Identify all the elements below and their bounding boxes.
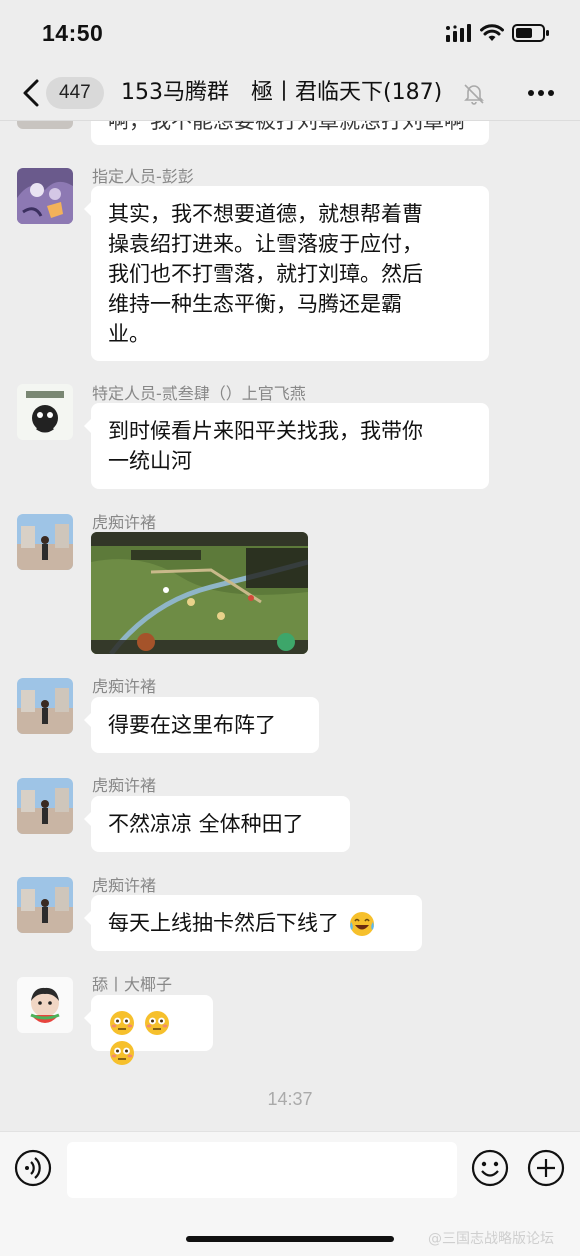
sender-name: 指定人员-彭彭 xyxy=(92,167,194,186)
message-bubble[interactable]: 得要在这里布阵了 xyxy=(84,697,319,753)
partial-message-text: 啊，我不能想要被打刘章就想打刘章啊 xyxy=(108,121,465,133)
message-bubble[interactable]: 其实，我不想要道德，就想帮着曹 操袁绍打进来。让雪落疲于应付， 我们也不打雪落，… xyxy=(84,186,489,361)
status-time: 14:50 xyxy=(42,20,104,46)
sender-name: 虎痴许褚 xyxy=(92,513,157,532)
sender-name: 虎痴许褚 xyxy=(92,876,157,895)
chat-title[interactable]: 153马腾群 極丨君临天下(187) xyxy=(121,78,442,108)
avatar[interactable] xyxy=(17,977,73,1033)
status-bar: 14:50 xyxy=(0,0,580,66)
flushed-emoji xyxy=(144,1011,169,1035)
message-line: 到时候看片来阳平关找我，我带你 xyxy=(108,419,423,443)
emoji-icon[interactable] xyxy=(471,1149,509,1187)
sender-name: 虎痴许褚 xyxy=(92,776,157,795)
message-text: 每天上线抽卡然后下线了 xyxy=(108,911,339,935)
message-text: 不然凉凉 全体种田了 xyxy=(108,812,304,836)
message-line: 操袁绍打进来。让雪落疲于应付， xyxy=(108,232,423,256)
message-line: 业。 xyxy=(108,322,150,346)
flushed-emoji xyxy=(110,1041,134,1065)
message-timestamp: 14:37 xyxy=(267,1089,313,1109)
system-icons xyxy=(446,24,550,42)
chat-messages: 啊，我不能想要被打刘章就想打刘章啊 指定人员-彭彭 其实，我不想要道德，就想帮着… xyxy=(0,121,580,1131)
message-input[interactable] xyxy=(67,1142,457,1198)
avatar[interactable] xyxy=(17,778,73,834)
message-bubble[interactable] xyxy=(84,995,213,1065)
home-indicator xyxy=(186,1236,394,1242)
wifi-icon xyxy=(480,24,504,41)
more-icon[interactable] xyxy=(528,90,554,98)
watermark: @三国志战略版论坛 xyxy=(428,1231,554,1247)
mute-bell-icon xyxy=(464,84,484,105)
message-text: 得要在这里布阵了 xyxy=(108,713,276,737)
sender-name: 舔丨大椰子 xyxy=(92,975,173,994)
message-line: 我们也不打雪落，就打刘璋。然后 xyxy=(108,262,423,286)
chat-header: 447 153马腾群 極丨君临天下(187) xyxy=(0,66,580,121)
back-arrow-icon[interactable] xyxy=(18,78,44,108)
plus-icon[interactable] xyxy=(527,1149,565,1187)
avatar[interactable] xyxy=(17,514,73,570)
voice-icon[interactable] xyxy=(14,1149,52,1187)
signal-icon xyxy=(446,24,471,42)
avatar[interactable] xyxy=(17,877,73,933)
battery-icon xyxy=(512,24,549,42)
game-map-screenshot xyxy=(91,532,308,654)
message-bubble[interactable]: 每天上线抽卡然后下线了 xyxy=(84,895,422,951)
avatar[interactable] xyxy=(17,678,73,734)
unread-count-badge[interactable]: 447 xyxy=(46,77,104,109)
message-line: 维持一种生态平衡，马腾还是霸 xyxy=(108,292,402,316)
message-bubble[interactable]: 不然凉凉 全体种田了 xyxy=(84,796,350,852)
message-bubble[interactable]: 到时候看片来阳平关找我，我带你 一统山河 xyxy=(84,403,489,489)
sender-name: 虎痴许褚 xyxy=(92,677,157,696)
partial-message-bubble[interactable]: 啊，我不能想要被打刘章就想打刘章啊 xyxy=(91,121,489,145)
message-line: 其实，我不想要道德，就想帮着曹 xyxy=(108,202,423,226)
avatar[interactable] xyxy=(17,168,73,224)
flushed-emoji xyxy=(110,1011,134,1035)
message-line: 一统山河 xyxy=(108,449,192,473)
image-message[interactable] xyxy=(91,532,308,654)
avatar[interactable] xyxy=(17,384,73,440)
sender-name: 特定人员-贰叁肆（）上官飞燕 xyxy=(92,384,306,403)
crying-laughing-emoji xyxy=(349,912,374,936)
avatar-partial[interactable] xyxy=(17,121,73,129)
